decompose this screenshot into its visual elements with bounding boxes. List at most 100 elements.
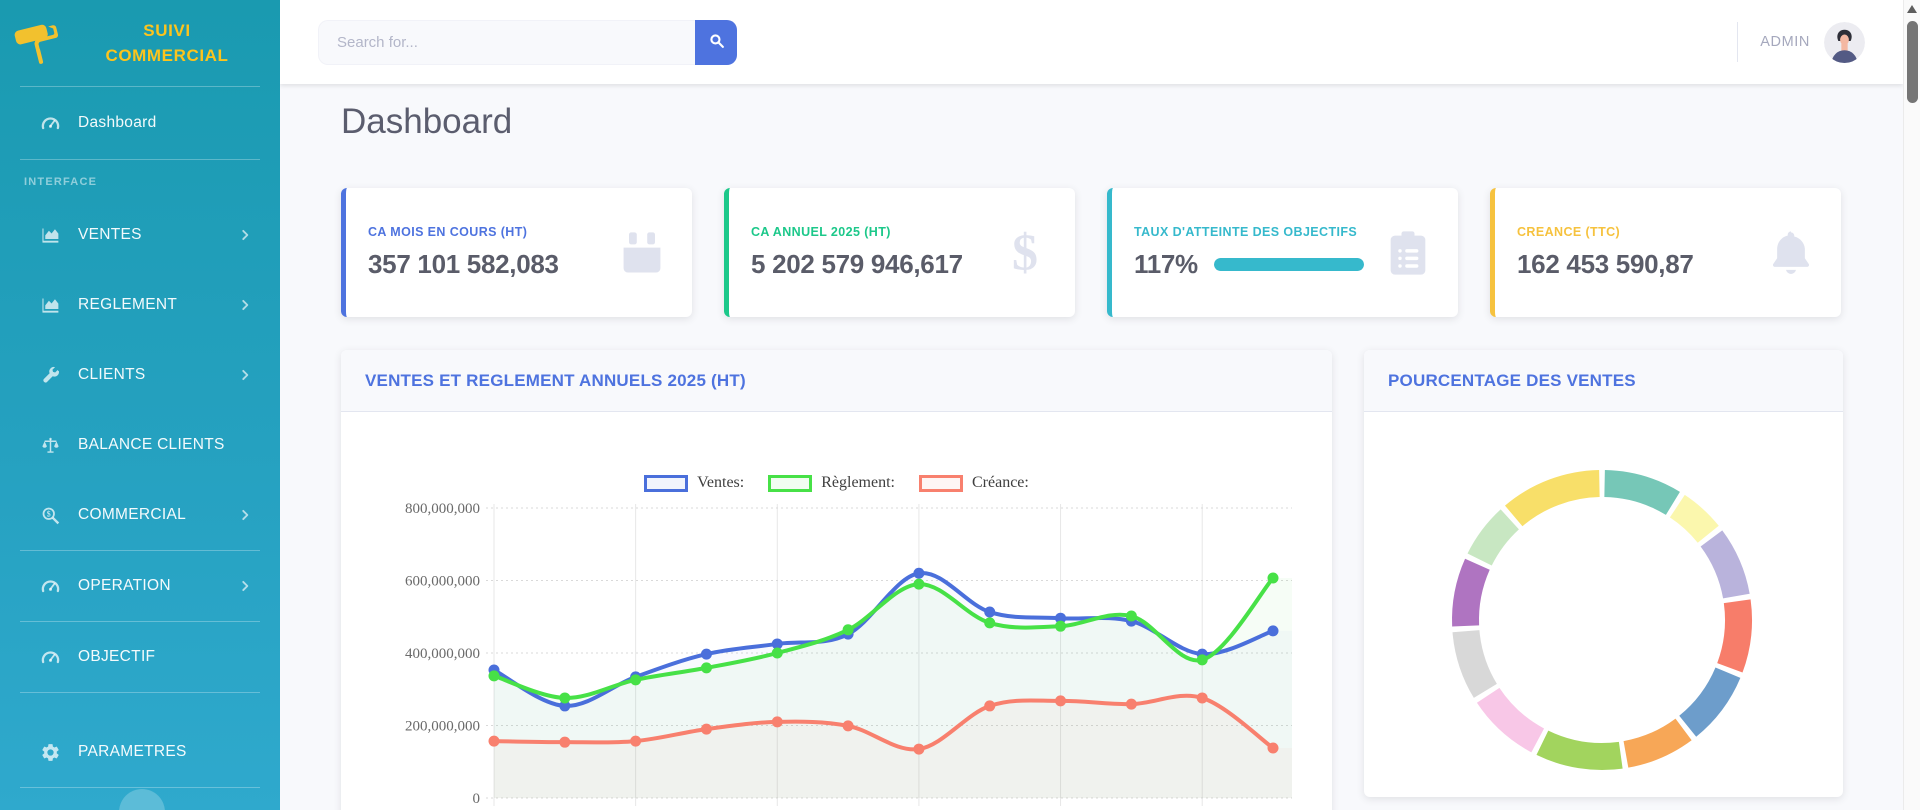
svg-text:600,000,000: 600,000,000 xyxy=(405,574,480,590)
legend-swatch xyxy=(644,475,688,492)
stat-card-content: CA ANNUEL 2025 (HT)5 202 579 946,617 xyxy=(751,225,963,280)
donut-segment-7 xyxy=(1542,743,1620,757)
sidebar-item-commercial[interactable]: $COMMERCIAL xyxy=(0,480,280,550)
donut-segment-1 xyxy=(1605,484,1673,504)
balance-scale-icon xyxy=(40,435,61,456)
sidebar-divider xyxy=(20,787,260,788)
svg-text:0: 0 xyxy=(473,791,481,807)
search-button[interactable] xyxy=(695,20,737,65)
objectives-progress-bar xyxy=(1214,258,1364,271)
scrollbar-up-button[interactable] xyxy=(1907,5,1917,13)
legend-item-ventes-[interactable]: Ventes: xyxy=(644,474,744,492)
svg-text:400,000,000: 400,000,000 xyxy=(405,646,480,662)
sidebar-heading-interface: INTERFACE xyxy=(0,160,280,200)
search-dollar-icon: $ xyxy=(40,505,61,526)
line-chart-canvas: 800,000,000600,000,000400,000,000200,000… xyxy=(341,412,1332,810)
topbar: ADMIN xyxy=(280,0,1903,84)
sidebar-item-objectif[interactable]: OBJECTIF xyxy=(0,622,280,692)
chart-area-icon xyxy=(40,225,61,246)
chevron-right-icon xyxy=(238,228,252,242)
stat-card-content: CA MOIS EN COURS (HT) 357 101 582,083 xyxy=(368,225,559,280)
wrench-icon xyxy=(40,365,61,386)
stat-card-value: 162 453 590,87 xyxy=(1517,249,1694,280)
stat-card-value: 357 101 582,083 xyxy=(368,249,559,280)
page-scrollbar[interactable] xyxy=(1903,0,1920,810)
stat-card-title: CREANCE (TTC) xyxy=(1517,225,1694,239)
svg-text:$: $ xyxy=(1012,227,1038,279)
line-chart-body: Ventes: Règlement: Créance: 800,000,000 600… xyxy=(341,412,1332,810)
paint-roller-icon xyxy=(14,17,66,69)
donut-chart-canvas xyxy=(1364,412,1843,797)
search-input[interactable] xyxy=(318,20,695,65)
donut-segment-5 xyxy=(1688,673,1728,727)
donut-segment-3 xyxy=(1711,538,1736,596)
search-icon xyxy=(708,32,725,52)
stat-card-content: TAUX D'ATTEINTE DES OBJECTIFS 117% xyxy=(1134,225,1364,280)
sidebar-toggle-button[interactable] xyxy=(119,789,165,810)
topbar-user-area: ADMIN xyxy=(1737,22,1865,63)
legend-label: Règlement: xyxy=(821,474,895,492)
chevron-right-icon xyxy=(238,579,252,593)
searchbox xyxy=(318,20,737,65)
sidebar-divider xyxy=(20,692,260,693)
chevron-right-icon xyxy=(238,368,252,382)
stat-card-ca-mois-en-cours-ht-: CA MOIS EN COURS (HT) 357 101 582,083 xyxy=(341,188,692,317)
sidebar-item-label: OBJECTIF xyxy=(78,648,155,666)
svg-text:800,000,000: 800,000,000 xyxy=(405,501,480,517)
line-chart-header: VENTES ET REGLEMENT ANNUELS 2025 (HT) xyxy=(341,350,1332,412)
avatar[interactable] xyxy=(1824,22,1865,63)
sidebar-item-label: OPERATION xyxy=(78,577,171,595)
donut-chart-title: POURCENTAGE DES VENTES xyxy=(1388,371,1636,391)
legend-swatch xyxy=(768,475,812,492)
sidebar-item-ventes[interactable]: VENTES xyxy=(0,200,280,270)
dollar-icon: $ xyxy=(999,227,1051,279)
objectives-progress-track xyxy=(1214,258,1364,271)
legend-label: Créance: xyxy=(972,474,1029,492)
sidebar-item-operation[interactable]: OPERATION xyxy=(0,551,280,621)
tachometer-icon xyxy=(40,576,61,597)
donut-segment-9 xyxy=(1466,631,1485,691)
bell-icon xyxy=(1765,227,1817,279)
donut-segment-11 xyxy=(1480,519,1510,559)
sidebar-item-label: VENTES xyxy=(78,226,142,244)
stat-card-content: CREANCE (TTC) 162 453 590,87 xyxy=(1517,225,1694,280)
app-root: SUIVI COMMERCIAL Dashboard INTERFACE VENTE… xyxy=(0,0,1920,810)
donut-chart-header: POURCENTAGE DES VENTES xyxy=(1364,350,1843,412)
sidebar-item-clients[interactable]: CLIENTS xyxy=(0,340,280,410)
scrollbar-thumb[interactable] xyxy=(1907,21,1918,103)
donut-segment-12 xyxy=(1514,484,1600,516)
legend-item-cr-ance-[interactable]: Créance: xyxy=(919,474,1029,492)
user-name[interactable]: ADMIN xyxy=(1760,34,1810,50)
sidebar-item-label: PARAMETRES xyxy=(78,743,187,761)
line-chart-card: VENTES ET REGLEMENT ANNUELS 2025 (HT) Ve… xyxy=(341,350,1332,810)
sidebar-item-balance-clients[interactable]: BALANCE CLIENTS xyxy=(0,410,280,480)
sidebar-item-label: Dashboard xyxy=(78,114,157,132)
stat-cards: CA MOIS EN COURS (HT) 357 101 582,083 CA A… xyxy=(341,188,1841,317)
stat-card-title: TAUX D'ATTEINTE DES OBJECTIFS xyxy=(1134,225,1364,239)
stat-value-row: 117% xyxy=(1134,249,1364,280)
chart-legend: Ventes: Règlement: Créance: xyxy=(341,474,1332,492)
chart-area-icon xyxy=(40,295,61,316)
sidebar-nav: Dashboard INTERFACE VENTES REGLEMENTCLIENTS… xyxy=(0,87,280,788)
sidebar: SUIVI COMMERCIAL Dashboard INTERFACE VENTE… xyxy=(0,0,280,810)
stat-card-ca-annuel-2025-ht-: CA ANNUEL 2025 (HT)5 202 579 946,617 $ xyxy=(724,188,1075,317)
brand[interactable]: SUIVI COMMERCIAL xyxy=(0,0,280,86)
calendar-icon xyxy=(616,227,668,279)
sidebar-item-reglement[interactable]: REGLEMENT xyxy=(0,270,280,340)
legend-item-r-glement-[interactable]: Règlement: xyxy=(768,474,895,492)
legend-swatch xyxy=(919,475,963,492)
donut-chart-card: POURCENTAGE DES VENTES xyxy=(1364,350,1843,797)
sidebar-item-dashboard[interactable]: Dashboard xyxy=(0,87,280,159)
donut-segment-4 xyxy=(1730,601,1739,668)
stat-card-title: CA ANNUEL 2025 (HT) xyxy=(751,225,963,239)
stat-card-value: 117% xyxy=(1134,249,1198,280)
stat-card-taux-d-atteinte-des-objectifs: TAUX D'ATTEINTE DES OBJECTIFS 117% xyxy=(1107,188,1458,317)
stat-card-title: CA MOIS EN COURS (HT) xyxy=(368,225,559,239)
sidebar-item-parametres[interactable]: PARAMETRES xyxy=(0,717,280,787)
clipboard-icon xyxy=(1382,227,1434,279)
tachometer-icon xyxy=(40,647,61,668)
page-title: Dashboard xyxy=(341,102,512,142)
main-content: Dashboard CA MOIS EN COURS (HT) 357 101 5… xyxy=(280,84,1903,810)
chevron-right-icon xyxy=(238,298,252,312)
sidebar-item-label: BALANCE CLIENTS xyxy=(78,436,225,454)
